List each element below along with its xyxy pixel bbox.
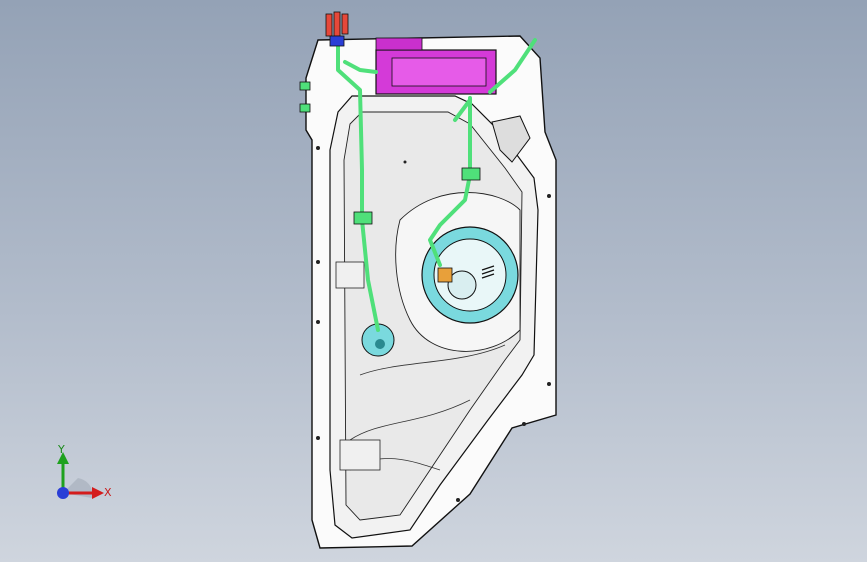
evap-canister-face — [391, 57, 487, 87]
harness-block — [329, 35, 345, 47]
evap-canister-bracket — [375, 37, 423, 51]
level-sender-cap — [375, 339, 385, 349]
x-axis-label: X — [104, 486, 112, 499]
z-axis-icon — [57, 487, 69, 499]
graphics-viewport[interactable]: Y X — [0, 0, 867, 562]
fuel-tank-assembly-model[interactable] — [0, 0, 867, 562]
x-axis-arrow-icon — [92, 487, 104, 499]
y-axis-label: Y — [58, 443, 65, 456]
strap-bracket — [339, 439, 381, 471]
harness-connectors — [325, 11, 349, 37]
strap-bracket — [335, 261, 365, 289]
fuel-pump-connector — [437, 267, 453, 283]
